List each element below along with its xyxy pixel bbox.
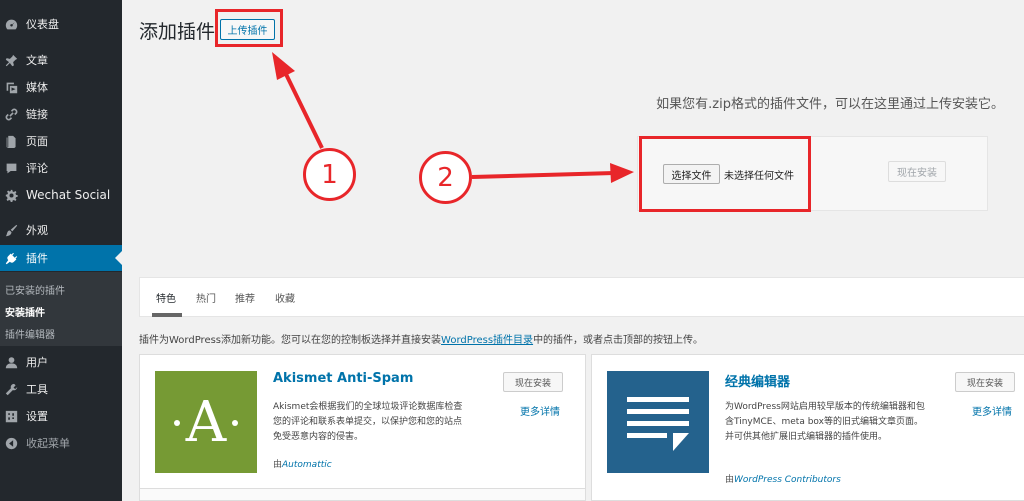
menu-label: 仪表盘 [26, 18, 59, 31]
menu-label: 媒体 [26, 81, 48, 94]
user-icon [4, 355, 18, 369]
plugin-directory-link[interactable]: WordPress插件目录 [441, 335, 533, 346]
menu-label: 链接 [26, 108, 48, 121]
akismet-logo[interactable]: A [155, 371, 257, 473]
menu-item-plugins[interactable]: 插件 [0, 245, 122, 271]
more-details-link[interactable]: 更多详情 [972, 403, 1012, 418]
menu-item-pages[interactable]: 页面 [0, 128, 122, 154]
card-footer [140, 488, 585, 500]
more-details-link[interactable]: 更多详情 [520, 403, 560, 418]
install-now-button[interactable]: 现在安装 [503, 372, 563, 392]
plugin-description: Akismet会根据我们的全球垃圾评论数据库检查您的评论和联系表单提交，以保护您… [273, 402, 463, 442]
author-link[interactable]: Automattic [282, 460, 332, 470]
submenu-add-plugins[interactable]: 安装插件 [5, 304, 45, 319]
menu-item-media[interactable]: 媒体 [0, 74, 122, 100]
menu-label: 工具 [26, 383, 48, 396]
install-now-button[interactable]: 现在安装 [955, 372, 1015, 392]
intro-before: 插件为WordPress添加新功能。您可以在您的控制板选择并直接安装 [139, 335, 442, 346]
menu-label: 页面 [26, 135, 48, 148]
page-title: 添加插件 [139, 21, 216, 43]
menu-label: 文章 [26, 54, 48, 67]
tab-favorites[interactable]: 收藏 [275, 290, 295, 305]
menu-item-tools[interactable]: 工具 [0, 376, 122, 402]
step-1-marker: 1 [303, 148, 356, 201]
plugin-author: 由WordPress Contributors [725, 472, 841, 485]
page-icon [4, 134, 18, 148]
plugin-icon [4, 251, 18, 265]
brush-icon [4, 223, 18, 237]
tab-featured[interactable]: 特色 [156, 290, 176, 305]
menu-item-posts[interactable]: 文章 [0, 47, 122, 73]
comment-icon [4, 161, 18, 175]
menu-item-appearance[interactable]: 外观 [0, 217, 122, 243]
intro-after: 中的插件，或者点击顶部的按钮上传。 [533, 335, 704, 346]
author-link[interactable]: WordPress Contributors [734, 475, 841, 485]
highlight-box-file [639, 136, 811, 212]
wrench-icon [4, 382, 18, 396]
menu-label: 收起菜单 [26, 437, 70, 450]
current-tab-indicator [152, 313, 182, 317]
tab-popular[interactable]: 热门 [196, 290, 216, 305]
menu-item-collapse[interactable]: 收起菜单 [0, 430, 122, 456]
link-icon [4, 107, 18, 121]
highlight-box-upload [215, 9, 283, 47]
svg-text:A: A [185, 390, 227, 455]
menu-item-settings[interactable]: 设置 [0, 403, 122, 429]
filter-bar [139, 277, 1024, 317]
intro-text: 插件为WordPress添加新功能。您可以在您的控制板选择并直接安装WordPr… [139, 331, 703, 346]
plugin-name[interactable]: Akismet Anti-Spam [273, 371, 413, 386]
step-2-marker: 2 [419, 151, 472, 204]
plugins-submenu: 已安装的插件 安装插件 插件编辑器 [0, 272, 122, 346]
gear-icon [4, 188, 18, 202]
menu-label: 设置 [26, 410, 48, 423]
plugin-description: 为WordPress网站启用较早版本的传统编辑器和包含TinyMCE、meta … [725, 402, 925, 442]
menu-label: Wechat Social [26, 188, 111, 202]
media-icon [4, 80, 18, 94]
menu-item-dashboard[interactable]: 仪表盘 [0, 11, 122, 37]
menu-label: 插件 [26, 252, 48, 265]
submenu-plugin-editor[interactable]: 插件编辑器 [5, 326, 55, 341]
plugin-author: 由Automattic [273, 457, 332, 470]
admin-menu: 仪表盘 文章 媒体 链接 页面 评论 Wechat Social 外观 插件 已… [0, 0, 122, 501]
upload-help-text: 如果您有.zip格式的插件文件，可以在这里通过上传安装它。 [656, 97, 1004, 112]
collapse-icon [4, 436, 18, 450]
plugin-name[interactable]: 经典编辑器 [725, 371, 790, 390]
menu-item-users[interactable]: 用户 [0, 349, 122, 375]
author-prefix: 由 [273, 460, 283, 470]
submenu-installed-plugins[interactable]: 已安装的插件 [5, 282, 65, 297]
menu-label: 评论 [26, 162, 48, 175]
install-now-button[interactable]: 现在安装 [888, 161, 946, 182]
dashboard-icon [4, 17, 18, 31]
pin-icon [4, 53, 18, 67]
menu-item-wechat-social[interactable]: Wechat Social [0, 182, 122, 208]
settings-icon [4, 409, 18, 423]
menu-label: 外观 [26, 224, 48, 237]
classic-editor-logo[interactable] [607, 371, 709, 473]
menu-label: 用户 [26, 356, 48, 369]
current-menu-arrow [115, 251, 122, 265]
menu-item-links[interactable]: 链接 [0, 101, 122, 127]
tab-recommended[interactable]: 推荐 [235, 290, 255, 305]
author-prefix: 由 [725, 475, 735, 485]
menu-item-comments[interactable]: 评论 [0, 155, 122, 181]
